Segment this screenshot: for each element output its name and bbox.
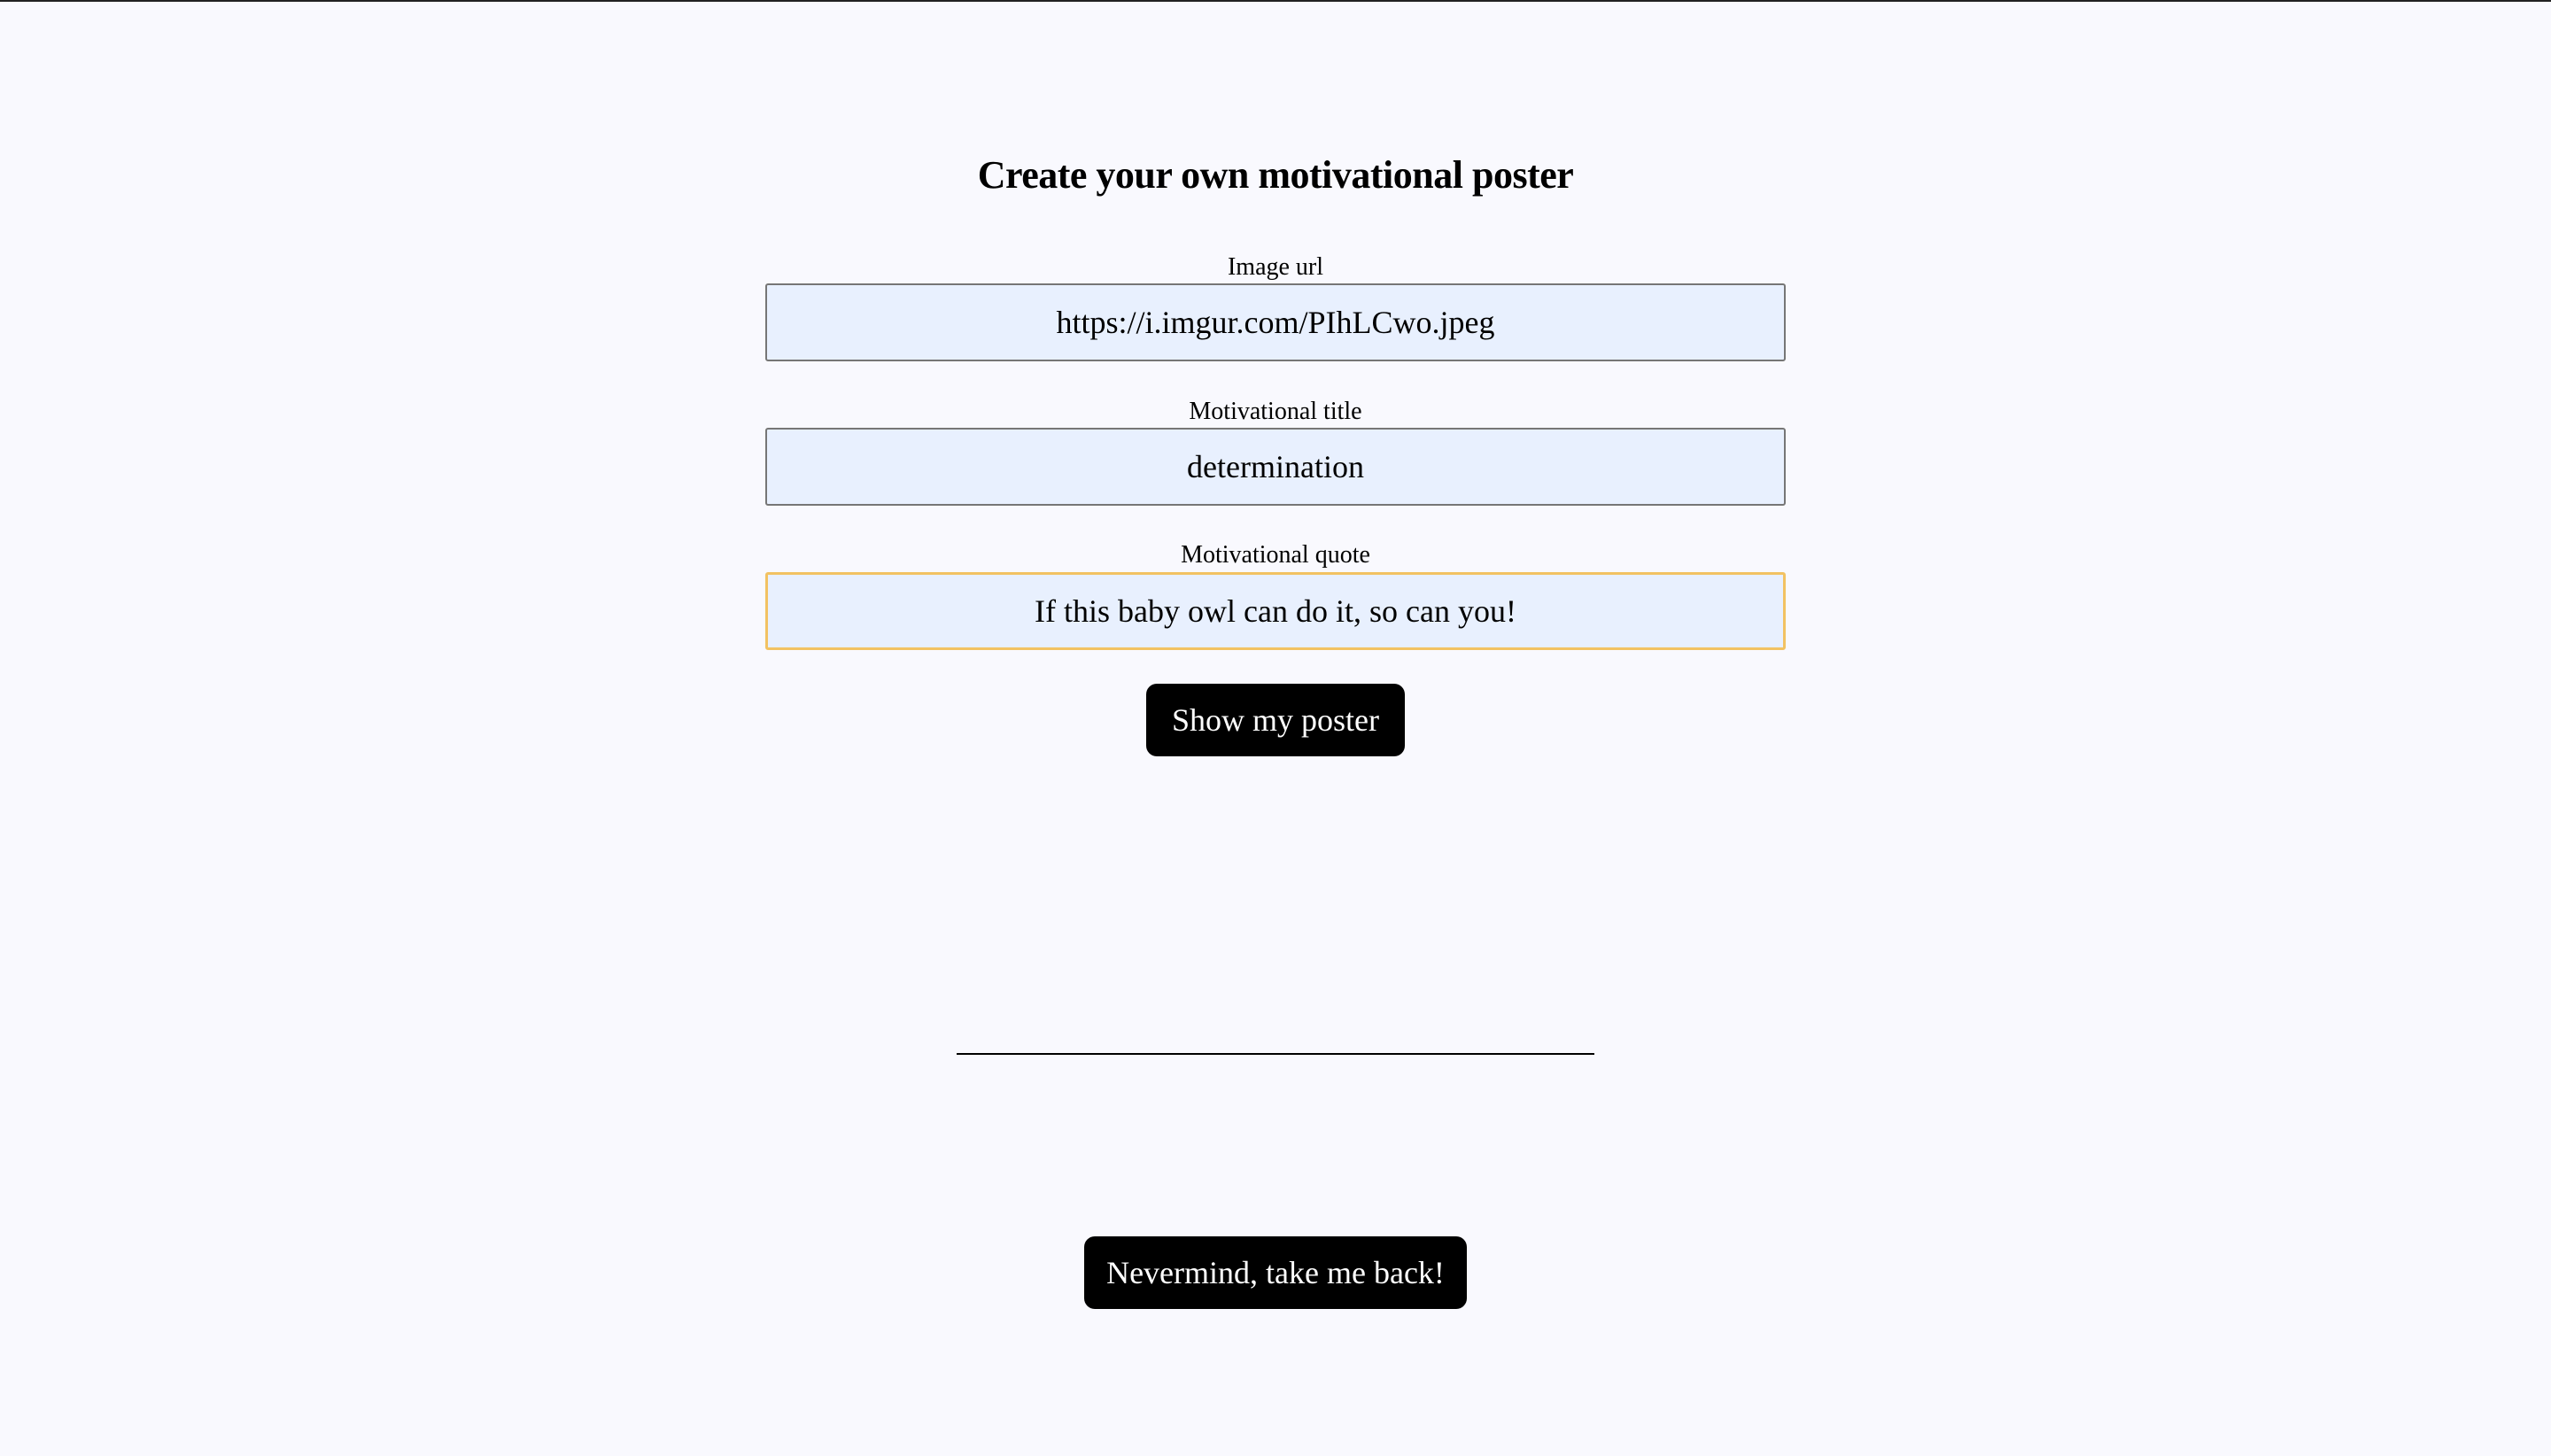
- motivational-quote-label: Motivational quote: [1181, 541, 1370, 569]
- back-button[interactable]: Nevermind, take me back!: [1084, 1236, 1467, 1309]
- motivational-quote-input[interactable]: [765, 572, 1786, 650]
- motivational-title-label: Motivational title: [1189, 398, 1362, 425]
- image-url-label: Image url: [1227, 253, 1324, 281]
- page-title: Create your own motivational poster: [977, 153, 1574, 197]
- motivational-title-input[interactable]: [765, 428, 1786, 506]
- show-poster-button[interactable]: Show my poster: [1146, 684, 1405, 756]
- poster-divider: [957, 1053, 1594, 1055]
- image-url-input[interactable]: [765, 283, 1786, 361]
